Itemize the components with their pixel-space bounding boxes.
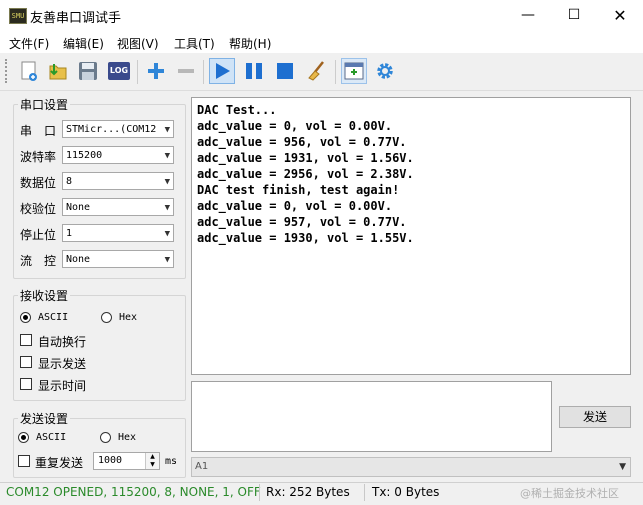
settings-gear-icon[interactable] <box>372 58 398 84</box>
minus-icon[interactable] <box>173 58 199 84</box>
tx-count: Tx: 0 Bytes <box>372 485 440 499</box>
port-label: 串 口 <box>20 124 57 138</box>
chevron-down-icon: ▼ <box>619 462 626 472</box>
flow-label: 流 控 <box>20 254 57 268</box>
baud-label: 波特率 <box>20 150 57 164</box>
show-send-label: 显示发送 <box>38 357 87 371</box>
show-send-checkbox[interactable] <box>20 356 32 368</box>
send-textarea[interactable] <box>191 381 552 452</box>
parity-label: 校验位 <box>20 202 57 216</box>
layout-icon[interactable] <box>341 58 367 84</box>
baud-value: 115200 <box>66 150 103 161</box>
receive-settings-title: 接收设置 <box>18 287 71 304</box>
interval-input[interactable]: 1000 ▲ ▼ <box>93 452 160 470</box>
window-title: 友善串口调试手 <box>30 11 122 26</box>
chevron-down-icon: ▼ <box>164 203 170 213</box>
save-icon[interactable] <box>75 58 101 84</box>
chevron-down-icon: ▼ <box>164 151 170 161</box>
recv-ascii-label: ASCII <box>38 312 69 323</box>
chevron-down-icon: ▼ <box>164 125 170 135</box>
send-hex-label: Hex <box>118 432 137 443</box>
menu-view[interactable]: 视图(V) <box>117 35 159 52</box>
send-history-select[interactable]: A1 ▼ <box>191 457 631 477</box>
repeat-send-label: 重复发送 <box>35 456 84 470</box>
send-ascii-radio[interactable] <box>18 432 29 443</box>
watermark: @稀土掘金技术社区 <box>520 487 619 500</box>
send-button[interactable]: 发送 <box>559 406 631 428</box>
baud-select[interactable]: 115200 ▼ <box>62 146 174 164</box>
port-select[interactable]: STMicr...(COM12 ▼ <box>62 120 174 138</box>
open-file-icon[interactable] <box>45 58 71 84</box>
stopbits-value: 1 <box>66 228 73 239</box>
status-separator <box>259 484 260 501</box>
toolbar-separator <box>203 60 204 84</box>
interval-value: 1000 <box>98 455 123 466</box>
show-time-label: 显示时间 <box>38 379 87 393</box>
parity-select[interactable]: None ▼ <box>62 198 174 216</box>
pause-icon[interactable] <box>241 58 267 84</box>
close-button[interactable]: ✕ <box>597 0 643 31</box>
port-status: COM12 OPENED, 115200, 8, NONE, 1, OFF <box>6 485 261 499</box>
recv-ascii-radio[interactable] <box>20 312 31 323</box>
interval-spinner[interactable]: ▲ ▼ <box>145 453 159 469</box>
show-time-checkbox[interactable] <box>20 378 32 390</box>
log-icon[interactable]: LOG <box>106 58 132 84</box>
stopbits-select[interactable]: 1 ▼ <box>62 224 174 242</box>
play-icon[interactable] <box>209 58 235 84</box>
menu-edit[interactable]: 编辑(E) <box>63 35 104 52</box>
plus-icon[interactable] <box>143 58 169 84</box>
app-icon: SMU <box>9 8 27 24</box>
toolbar-separator <box>335 60 336 84</box>
broom-icon[interactable] <box>304 58 330 84</box>
interval-unit: ms <box>165 456 178 467</box>
repeat-send-checkbox[interactable] <box>18 455 30 467</box>
recv-hex-radio[interactable] <box>101 312 112 323</box>
menu-file[interactable]: 文件(F) <box>9 35 49 52</box>
recv-hex-label: Hex <box>119 312 138 323</box>
flow-select[interactable]: None ▼ <box>62 250 174 268</box>
auto-wrap-checkbox[interactable] <box>20 334 32 346</box>
flow-value: None <box>66 254 91 265</box>
auto-wrap-label: 自动换行 <box>38 335 87 349</box>
parity-value: None <box>66 202 91 213</box>
port-value: STMicr...(COM12 <box>66 124 157 135</box>
chevron-down-icon: ▼ <box>164 229 170 239</box>
databits-value: 8 <box>66 176 73 187</box>
receive-textarea[interactable]: DAC Test... adc_value = 0, vol = 0.00V. … <box>191 97 631 375</box>
toolbar-separator <box>137 60 138 84</box>
chevron-down-icon: ▼ <box>164 177 170 187</box>
new-file-icon[interactable] <box>17 58 43 84</box>
status-separator <box>364 484 365 501</box>
send-history-value: A1 <box>195 461 209 472</box>
databits-select[interactable]: 8 ▼ <box>62 172 174 190</box>
stopbits-label: 停止位 <box>20 228 57 242</box>
send-ascii-label: ASCII <box>36 432 67 443</box>
minimize-button[interactable]: — <box>505 0 551 31</box>
toolbar-grip <box>5 59 10 83</box>
serial-settings-title: 串口设置 <box>18 96 71 113</box>
menu-help[interactable]: 帮助(H) <box>229 35 271 52</box>
rx-count: Rx: 252 Bytes <box>266 485 350 499</box>
maximize-button[interactable]: ☐ <box>551 0 597 31</box>
send-hex-radio[interactable] <box>100 432 111 443</box>
send-settings-title: 发送设置 <box>18 410 71 427</box>
menu-tools[interactable]: 工具(T) <box>174 35 215 52</box>
stop-icon[interactable] <box>272 58 298 84</box>
log-label: LOG <box>108 62 130 80</box>
databits-label: 数据位 <box>20 176 57 190</box>
chevron-down-icon: ▼ <box>164 255 170 265</box>
receive-text: DAC Test... adc_value = 0, vol = 0.00V. … <box>197 103 414 245</box>
